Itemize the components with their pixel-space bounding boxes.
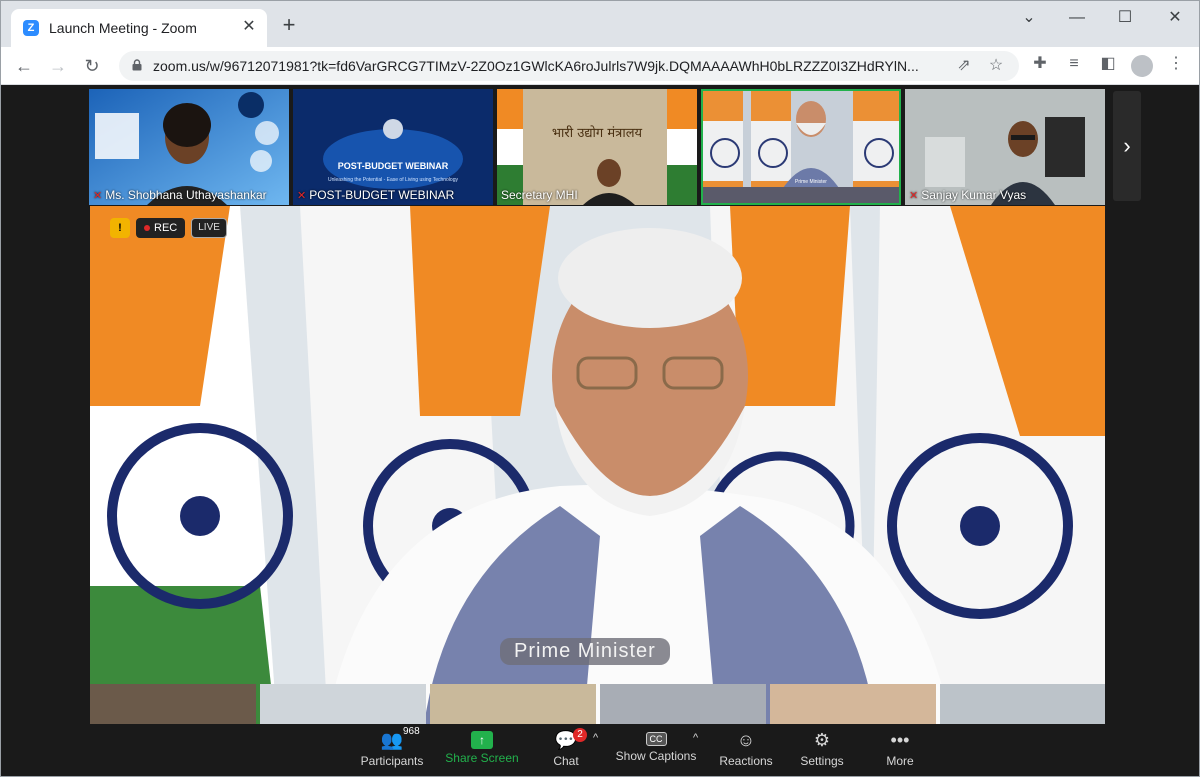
participant-tile[interactable]: ✕ Sanjay Kumar Vyas [905, 89, 1105, 205]
address-bar[interactable]: zoom.us/w/96712071981?tk=fd6VarGRCG7TIMz… [119, 51, 1019, 81]
lock-icon [132, 59, 142, 71]
participant-tile[interactable]: भारी उद्योग मंत्रालय Secretary MHI [497, 89, 697, 205]
chat-options-caret-icon[interactable]: ^ [593, 732, 598, 744]
forward-arrow-icon[interactable]: → [45, 53, 71, 79]
more-dots-icon: ••• [890, 730, 910, 750]
rec-dot-icon [144, 225, 150, 232]
browser-window: Z Launch Meeting - Zoom ✕ + ⌄ — ☐ ✕ ← → … [0, 0, 1200, 777]
mic-muted-icon: ✕ [297, 190, 307, 202]
bookmark-star-icon[interactable]: ☆ [985, 55, 1007, 77]
close-window-button[interactable]: ✕ [1161, 7, 1189, 29]
participant-name: Secretary MHI [501, 188, 578, 202]
gallery-tile[interactable] [940, 684, 1105, 724]
webinar-subcaption: Unleashing the Potential - Ease of Livin… [328, 177, 458, 183]
participants-label: Participants [360, 754, 424, 768]
participant-tile[interactable]: ✕ Ms. Shobhana Uthayashankar [89, 89, 289, 205]
gallery-tile[interactable] [770, 684, 936, 724]
chat-unread-badge: 2 [573, 728, 587, 742]
share-screen-label: Share Screen [445, 751, 519, 765]
more-label: More [886, 754, 914, 768]
participant-name: ✕ Sanjay Kumar Vyas [909, 188, 1027, 202]
show-captions-button[interactable]: CC Show Captions ^ [611, 728, 701, 774]
participants-count: 968 [403, 726, 420, 737]
browser-toolbar: ← → ↻ zoom.us/w/96712071981?tk=fd6VarGRC… [1, 47, 1199, 85]
participant-tile[interactable]: POST-BUDGET WEBINAR Unleashing the Poten… [293, 89, 493, 205]
side-panel-icon[interactable]: ◧ [1097, 53, 1119, 75]
url-text[interactable]: zoom.us/w/96712071981?tk=fd6VarGRCG7TIMz… [153, 58, 933, 74]
participant-tile-active-speaker[interactable]: Prime Minister [701, 89, 901, 205]
participants-icon: 👥 [380, 730, 404, 750]
bottom-video-strip [90, 684, 1105, 724]
more-button[interactable]: ••• More [855, 728, 945, 774]
live-indicator[interactable]: LIVE [191, 218, 227, 238]
browser-tab[interactable]: Z Launch Meeting - Zoom ✕ [11, 9, 267, 47]
share-screen-icon: ↑ [471, 731, 493, 749]
gallery-tile[interactable] [260, 684, 426, 724]
reload-icon[interactable]: ↻ [79, 53, 105, 79]
speaker-video-frame [90, 206, 1105, 766]
title-bar: Z Launch Meeting - Zoom ✕ + ⌄ — ☐ ✕ [1, 1, 1199, 47]
menu-kebab-icon[interactable]: ⋮ [1165, 53, 1187, 75]
participant-name: ✕ POST-BUDGET WEBINAR [297, 188, 455, 202]
settings-label: Settings [800, 754, 844, 768]
security-shield-icon[interactable]: ! [110, 218, 130, 238]
captions-options-caret-icon[interactable]: ^ [693, 732, 698, 744]
media-control-icon[interactable]: ≡ [1063, 53, 1085, 75]
zoom-meeting-area: ✕ Ms. Shobhana Uthayashankar POST-BUDGET … [3, 86, 1198, 776]
mic-muted-icon: ✕ [909, 190, 919, 202]
minimize-button[interactable]: — [1063, 7, 1091, 29]
pm-caption: Prime Minister [795, 179, 827, 185]
maximize-button[interactable]: ☐ [1111, 7, 1139, 29]
gallery-tile[interactable] [600, 684, 766, 724]
back-arrow-icon[interactable]: ← [11, 53, 37, 79]
tab-title: Launch Meeting - Zoom [49, 20, 197, 36]
gallery-tile[interactable] [430, 684, 596, 724]
chat-label: Chat [553, 754, 579, 768]
new-tab-button[interactable]: + [277, 14, 301, 38]
share-page-icon[interactable]: ⇗ [953, 55, 975, 77]
ministry-sign: भारी उद्योग मंत्रालय [552, 125, 643, 141]
next-page-chevron-icon[interactable]: › [1113, 91, 1141, 201]
tab-search-button[interactable]: ⌄ [1015, 7, 1043, 29]
meeting-control-bar: 👥 968 Participants ↑ Share Screen 💬 2 Ch… [89, 724, 1111, 776]
participant-name: ✕ Ms. Shobhana Uthayashankar [93, 188, 267, 202]
speaker-name-tag: Prime Minister [500, 638, 670, 665]
rec-indicator[interactable]: REC [136, 218, 186, 238]
show-captions-label: Show Captions [615, 749, 697, 763]
gear-icon: ⚙ [813, 730, 831, 750]
webinar-caption: POST-BUDGET WEBINAR [338, 161, 449, 171]
close-tab-icon[interactable]: ✕ [239, 17, 259, 37]
captions-cc-icon: CC [645, 732, 667, 746]
extensions-puzzle-icon[interactable]: ✚ [1029, 53, 1051, 75]
participant-thumbnail-strip: ✕ Ms. Shobhana Uthayashankar POST-BUDGET … [89, 89, 1105, 205]
share-screen-button[interactable]: ↑ Share Screen [437, 728, 527, 774]
recording-status: ! REC LIVE [110, 218, 227, 238]
mic-muted-icon: ✕ [93, 190, 103, 202]
participant-video-pm: Prime Minister [703, 91, 899, 203]
zoom-favicon-icon: Z [23, 20, 39, 36]
chat-button[interactable]: 💬 2 Chat ^ [521, 728, 611, 774]
participants-button[interactable]: 👥 968 Participants [347, 726, 437, 774]
active-speaker-video: ! REC LIVE Prime Minister [90, 206, 1105, 766]
settings-button[interactable]: ⚙ Settings [777, 728, 867, 774]
gallery-tile[interactable] [90, 684, 256, 724]
profile-avatar[interactable] [1131, 55, 1153, 77]
